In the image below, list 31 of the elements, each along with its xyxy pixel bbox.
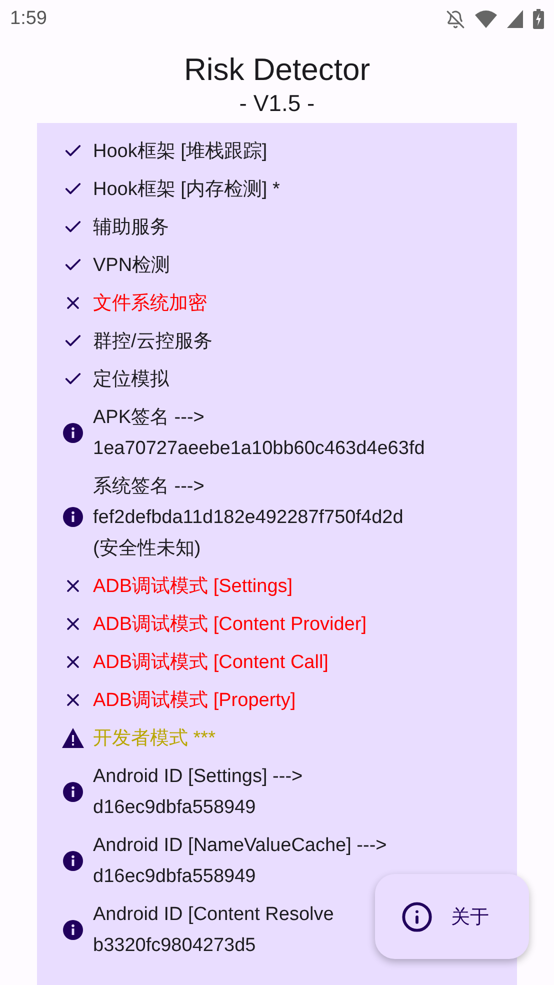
info-icon — [63, 422, 83, 442]
result-text: 文件系统加密 — [93, 292, 207, 316]
result-text: ADB调试模式 [Property] — [93, 688, 296, 712]
info-icon — [63, 920, 83, 940]
result-text: VPN检测 — [93, 254, 170, 278]
info-icon — [401, 900, 433, 932]
result-text: Android ID [Settings] ---> d16ec9dbfa558949 — [93, 764, 303, 820]
result-text: Hook框架 [堆栈跟踪] — [93, 140, 268, 164]
warning-icon — [62, 728, 84, 748]
info-icon — [63, 850, 83, 870]
result-text: 群控/云控服务 — [93, 330, 212, 354]
info-icon — [63, 782, 83, 802]
result-text: 开发者模式 *** — [93, 726, 216, 750]
result-text: ADB调试模式 [Content Call] — [93, 650, 328, 674]
result-text: Android ID [Content Resolve b3320fc9804273d5 — [93, 902, 334, 958]
result-text: ADB调试模式 [Settings] — [93, 574, 293, 598]
about-button[interactable]: 关于 — [375, 874, 529, 959]
result-text: 系统签名 ---> fef2defbda11d182e492287f750f4d2d (安全性未知) — [93, 474, 404, 560]
result-text: 定位模拟 — [93, 368, 169, 392]
result-text: Hook框架 [内存检测] * — [93, 178, 280, 202]
signal-icon — [507, 10, 523, 28]
status-time: 1:59 — [10, 8, 47, 30]
version-label: - V1.5 - — [238, 90, 316, 117]
result-text: 辅助服务 — [93, 216, 169, 240]
battery-icon — [533, 9, 544, 29]
result-text: APK签名 ---> 1ea70727aeebe1a10bb60c463d4e63fd — [93, 406, 425, 460]
bell-off-icon — [446, 10, 465, 28]
result-text: ADB调试模式 [Content Provider] — [93, 612, 366, 636]
wifi-icon — [475, 10, 497, 28]
info-icon — [63, 507, 83, 527]
app-title: Risk Detector — [182, 52, 372, 88]
